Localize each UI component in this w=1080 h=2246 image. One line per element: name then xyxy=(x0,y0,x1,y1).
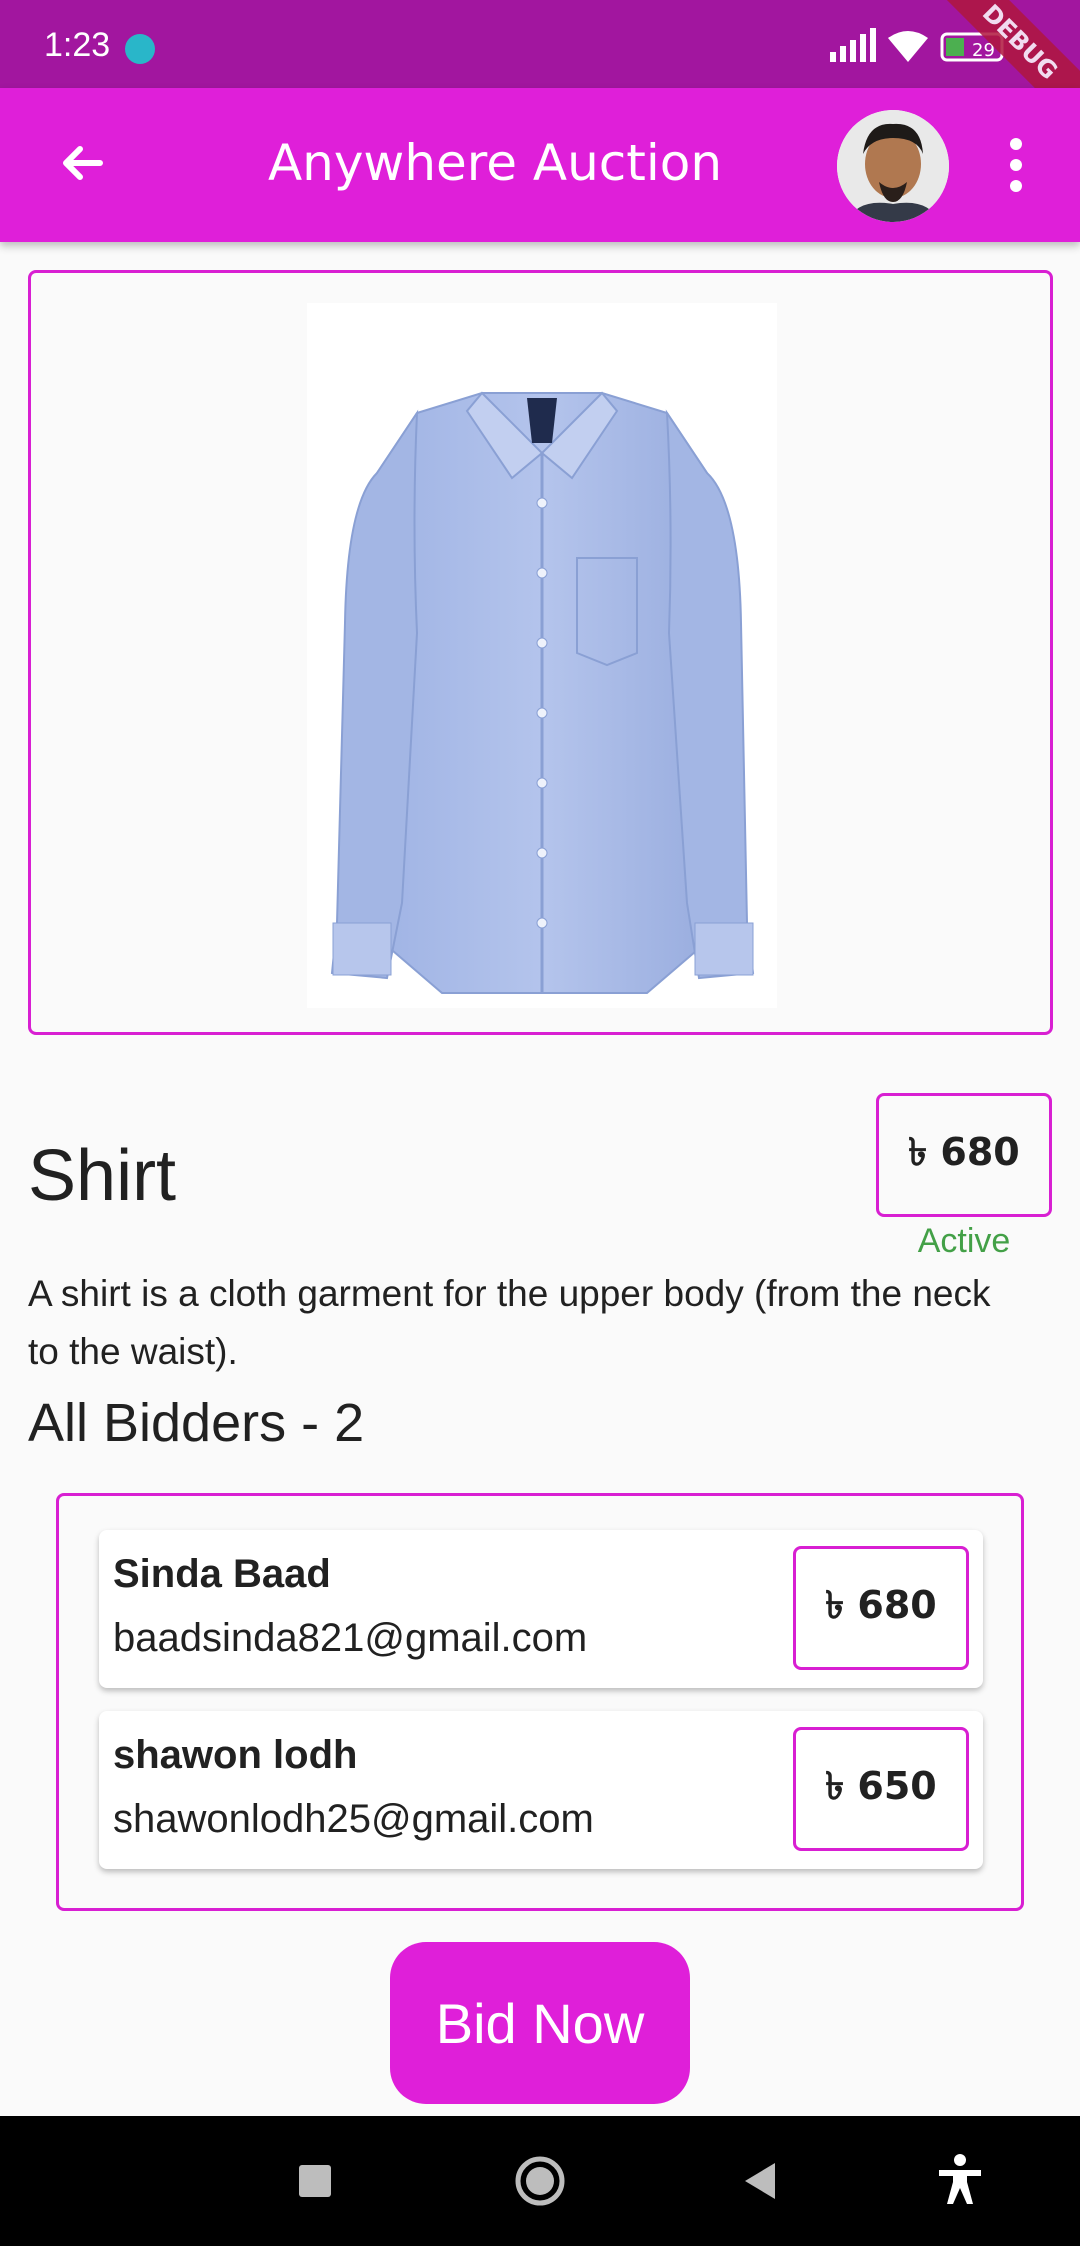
product-title: Shirt xyxy=(28,1136,177,1216)
product-image-card xyxy=(28,270,1053,1035)
recents-icon[interactable] xyxy=(280,2146,350,2216)
bidders-list: Sinda Baad baadsinda821@gmail.com ৳ 680 … xyxy=(56,1493,1024,1911)
bid-amount: ৳ 650 xyxy=(793,1727,969,1851)
bid-now-button[interactable]: Bid Now xyxy=(390,1942,690,2104)
bidders-heading: All Bidders - 2 xyxy=(28,1393,365,1453)
product-image xyxy=(307,303,777,1008)
bidder-email: shawonlodh25@gmail.com xyxy=(113,1797,594,1841)
accessibility-icon[interactable] xyxy=(925,2146,995,2216)
more-vert-icon[interactable] xyxy=(996,130,1036,200)
bidder-email: baadsinda821@gmail.com xyxy=(113,1616,588,1660)
signal-icon xyxy=(830,28,876,62)
user-avatar[interactable] xyxy=(837,110,949,222)
android-icon xyxy=(125,34,155,64)
home-icon[interactable] xyxy=(505,2146,575,2216)
app-bar: Anywhere Auction xyxy=(0,88,1080,242)
product-description: A shirt is a cloth garment for the upper… xyxy=(28,1273,991,1372)
bidder-name: shawon lodh xyxy=(113,1733,358,1777)
list-item[interactable]: Sinda Baad baadsinda821@gmail.com ৳ 680 xyxy=(99,1530,983,1688)
current-price-badge: ৳ 680 xyxy=(876,1093,1052,1217)
list-item[interactable]: shawon lodh shawonlodh25@gmail.com ৳ 650 xyxy=(99,1711,983,1869)
back-triangle-icon[interactable] xyxy=(725,2146,795,2216)
status-time: 1:23 xyxy=(44,26,111,64)
status-bar: 1:23 29 DEBUG xyxy=(0,0,1080,150)
auction-status: Active xyxy=(917,1222,1011,1260)
bidder-name: Sinda Baad xyxy=(113,1552,331,1596)
wifi-icon xyxy=(888,31,928,62)
bid-amount: ৳ 680 xyxy=(793,1546,969,1670)
system-nav-bar xyxy=(0,2116,1080,2246)
